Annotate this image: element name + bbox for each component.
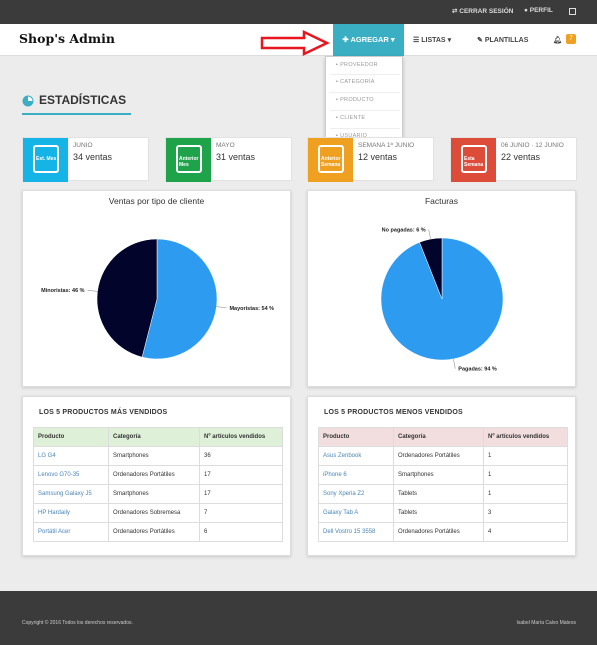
sales-by-client-chart-panel: Ventas por tipo de cliente Mayoristas: 5… — [22, 190, 291, 387]
calendar-icon: Est. Mes — [23, 138, 68, 182]
table-row: iPhone 6 Smartphones 1 — [318, 465, 568, 485]
bottom-products-table: Producto Categoría Nº artículos vendidos… — [318, 427, 568, 542]
label-connector — [428, 229, 431, 240]
top-products-table: Producto Categoría Nº artículos vendidos… — [33, 427, 283, 542]
table-row: Galaxy Tab A Tablets 3 — [318, 503, 568, 523]
annotation-arrow — [260, 30, 330, 56]
caret-down-icon: ▾ — [447, 37, 452, 44]
page-title: ESTADÍSTICAS — [39, 93, 127, 107]
footer: Copyright © 2016 Todos los derechos rese… — [0, 591, 597, 645]
pie-chart-icon — [22, 95, 34, 107]
table-header-row: Producto Categoría Nº artículos vendidos — [318, 427, 568, 447]
pie-chart: Mayoristas: 54 % Minoristas: 46 % — [41, 238, 274, 360]
calendar-icon: Anterior Mes — [166, 138, 211, 182]
calendar-icon: Anterior Semana — [308, 138, 353, 182]
table-row: Portátil Acer Ordenadores Portátiles 6 — [33, 522, 283, 542]
menu-item-cliente[interactable]: ▪ CLIENTE — [336, 115, 365, 121]
data-label: Minoristas: 46 % — [41, 288, 85, 294]
label-connector — [87, 289, 98, 292]
table-row: LG G4 Smartphones 36 — [33, 446, 283, 466]
menu-item-producto[interactable]: ▪ PRODUCTO — [336, 97, 374, 103]
menu-item-categoria[interactable]: ▪ CATEGORÍA — [336, 79, 375, 85]
data-label: Pagadas: 94 % — [458, 367, 497, 373]
listas-dropdown[interactable]: ☰ LISTAS ▾ — [413, 36, 451, 44]
bottom-products-panel: LOS 5 PRODUCTOS MENOS VENDIDOS Producto … — [307, 396, 576, 556]
table-row: Sony Xperia Z2 Tablets 1 — [318, 484, 568, 504]
caret-down-icon: ▾ — [390, 35, 395, 44]
copyright-text: Copyright © 2016 Todos los derechos rese… — [22, 620, 133, 626]
brush-icon: ✎ — [477, 37, 485, 44]
stat-card-previous-week: Anterior Semana SEMANA 1ª JUNIO 12 venta… — [307, 137, 434, 182]
profile-link[interactable]: ● PERFIL — [524, 7, 553, 14]
user-icon: ● — [524, 7, 528, 14]
list-icon: ☰ — [413, 37, 422, 44]
table-title: LOS 5 PRODUCTOS MENOS VENDIDOS — [324, 409, 463, 416]
table-row: Samsung Galaxy J5 Smartphones 17 — [33, 484, 283, 504]
table-header-row: Producto Categoría Nº artículos vendidos — [33, 427, 283, 447]
label-connector — [453, 358, 456, 369]
table-title: LOS 5 PRODUCTOS MÁS VENDIDOS — [39, 409, 168, 416]
brand-logo[interactable]: Shop's Admin — [19, 31, 115, 46]
logout-link[interactable]: ⇄ CERRAR SESIÓN — [452, 7, 513, 15]
stat-card-current-month: Est. Mes JUNIO 34 ventas — [22, 137, 149, 182]
agregar-dropdown-menu: ▪ PROVEEDOR ▪ CATEGORÍA ▪ PRODUCTO ▪ CLI… — [325, 56, 403, 146]
notification-badge: 7 — [566, 34, 576, 44]
stat-card-current-week: Esta Semana 06 JUNIO · 12 JUNIO 22 venta… — [450, 137, 577, 182]
invoices-chart-panel: Facturas Pagadas: 94 % No pagadas: 6 % — [307, 190, 576, 387]
top-bar: ⇄ CERRAR SESIÓN ● PERFIL — [0, 0, 597, 24]
calendar-icon: Esta Semana — [451, 138, 496, 182]
author-text: Isabel María Calvo Mateos — [516, 620, 576, 626]
table-row: Dell Vostro 15 3558 Ordenadores Portátile… — [318, 522, 568, 542]
label-connector — [216, 306, 227, 309]
stat-card-previous-month: Anterior Mes MAYO 31 ventas — [165, 137, 292, 182]
power-icon[interactable] — [569, 8, 576, 15]
data-label: Mayoristas: 54 % — [229, 306, 274, 312]
table-row: Lenovo G70-35 Ordenadores Portátiles 17 — [33, 465, 283, 485]
title-underline — [22, 113, 131, 115]
bell-icon[interactable]: 🔔︎ — [553, 36, 562, 44]
table-row: Asus Zenbook Ordenadores Portátiles 1 — [318, 446, 568, 466]
sign-out-icon: ⇄ — [452, 8, 458, 15]
agregar-dropdown-button[interactable]: ✚ AGREGAR ▾ — [333, 24, 404, 56]
pie-chart: Pagadas: 94 % No pagadas: 6 % — [380, 227, 504, 373]
top-products-panel: LOS 5 PRODUCTOS MÁS VENDIDOS Producto Ca… — [22, 396, 291, 556]
data-label: No pagadas: 6 % — [382, 227, 426, 233]
plantillas-link[interactable]: ✎ PLANTILLAS — [477, 36, 528, 44]
menu-item-proveedor[interactable]: ▪ PROVEEDOR — [336, 62, 378, 68]
table-row: HP Hardaily Ordenadores Sobremesa 7 — [33, 503, 283, 523]
